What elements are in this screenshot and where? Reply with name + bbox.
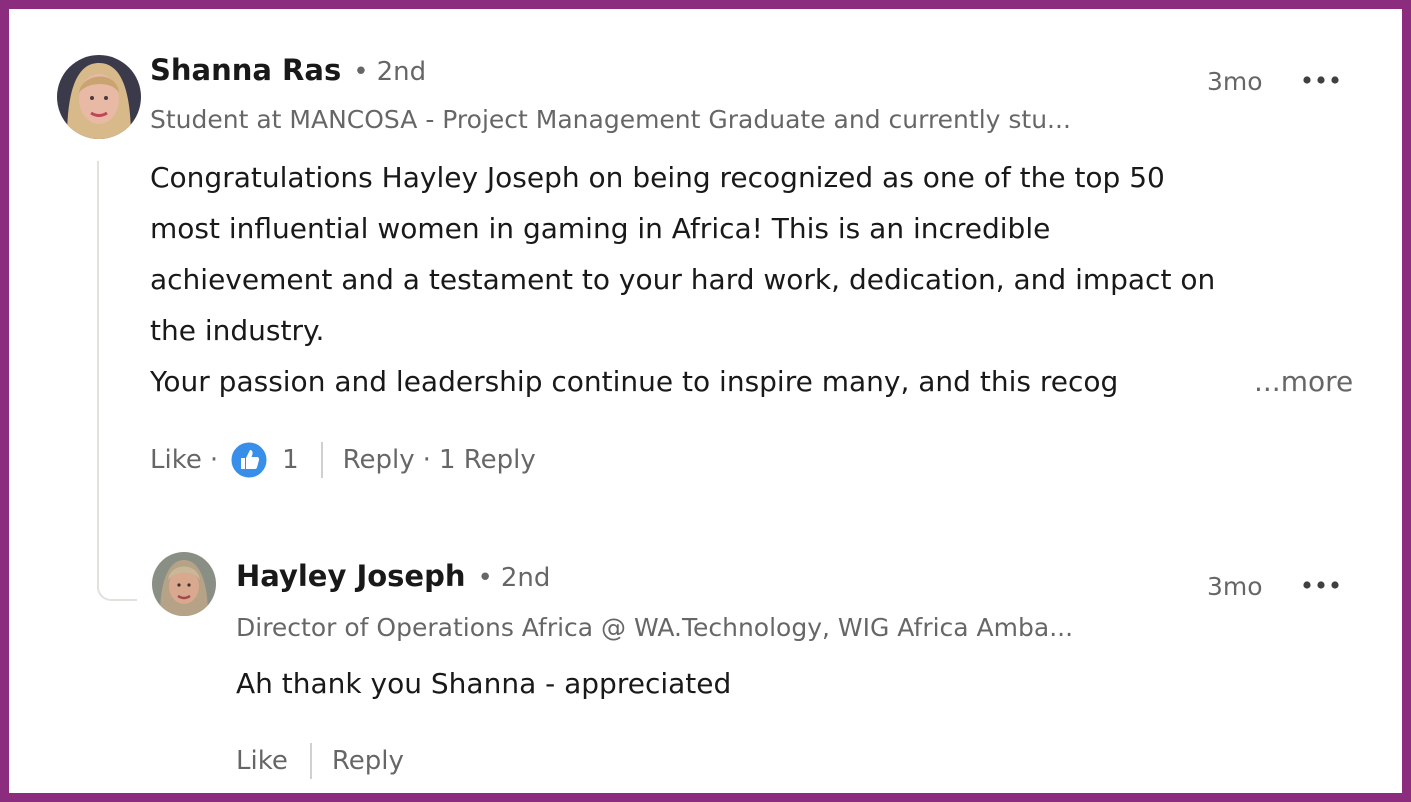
- comment-line: most influential women in gaming in Afri…: [150, 212, 1051, 245]
- comment-body: Congratulations Hayley Joseph on being r…: [150, 152, 1360, 407]
- thumbs-up-reaction-icon[interactable]: [230, 441, 268, 479]
- reply-reply-button[interactable]: Reply: [332, 746, 404, 776]
- comment-line: achievement and a testament to your hard…: [150, 263, 1216, 296]
- shanna-ras-avatar[interactable]: [57, 55, 141, 139]
- comment-line: Your passion and leadership continue to …: [150, 365, 1119, 398]
- comment-timestamp: 3mo: [1207, 67, 1263, 96]
- comment-line: the industry.: [150, 314, 325, 347]
- comment-thread-frame: Shanna Ras • 2nd Student at MANCOSA - Pro…: [0, 0, 1411, 802]
- separator-dot: ·: [209, 445, 219, 475]
- reply-like-button[interactable]: Like: [236, 746, 288, 776]
- more-options-icon: [1303, 76, 1339, 84]
- degree-label: 2nd: [376, 57, 427, 87]
- comment-author-headline: Student at MANCOSA - Project Management …: [150, 105, 1071, 134]
- degree-dot: •: [477, 563, 493, 593]
- comment-connection-degree: • 2nd: [353, 57, 426, 87]
- comment-author-name[interactable]: Shanna Ras: [150, 53, 341, 87]
- thread-connector-line: [97, 161, 137, 601]
- comment-actions: Like · 1 Reply · 1 Reply: [150, 441, 536, 479]
- reply-connection-degree: • 2nd: [478, 563, 551, 593]
- comment-line: Congratulations Hayley Joseph on being r…: [150, 161, 1165, 194]
- see-more-link[interactable]: ...more: [1254, 356, 1353, 407]
- comment-like-button[interactable]: Like: [150, 445, 202, 475]
- reply-actions: Like Reply: [236, 743, 404, 779]
- degree-label: 2nd: [500, 563, 551, 593]
- reply-author-line: Hayley Joseph • 2nd: [236, 559, 550, 593]
- hayley-joseph-avatar[interactable]: [152, 552, 216, 616]
- degree-dot: •: [353, 57, 369, 87]
- reply-body: Ah thank you Shanna - appreciated: [236, 667, 732, 700]
- reaction-count[interactable]: 1: [282, 445, 299, 475]
- reply-author-name[interactable]: Hayley Joseph: [236, 559, 466, 593]
- separator-dot: ·: [422, 445, 431, 475]
- actions-divider: [320, 442, 323, 478]
- more-options-icon: [1303, 581, 1339, 589]
- replies-count-link[interactable]: 1 Reply: [439, 445, 536, 475]
- reply-author-headline: Director of Operations Africa @ WA.Techn…: [236, 613, 1074, 642]
- comment-reply-button[interactable]: Reply: [343, 445, 415, 475]
- reply-more-options-button[interactable]: [1299, 575, 1343, 595]
- comment-author-line: Shanna Ras • 2nd: [150, 53, 426, 87]
- reply-timestamp: 3mo: [1207, 572, 1263, 601]
- actions-divider: [309, 743, 312, 779]
- comment-more-options-button[interactable]: [1299, 70, 1343, 90]
